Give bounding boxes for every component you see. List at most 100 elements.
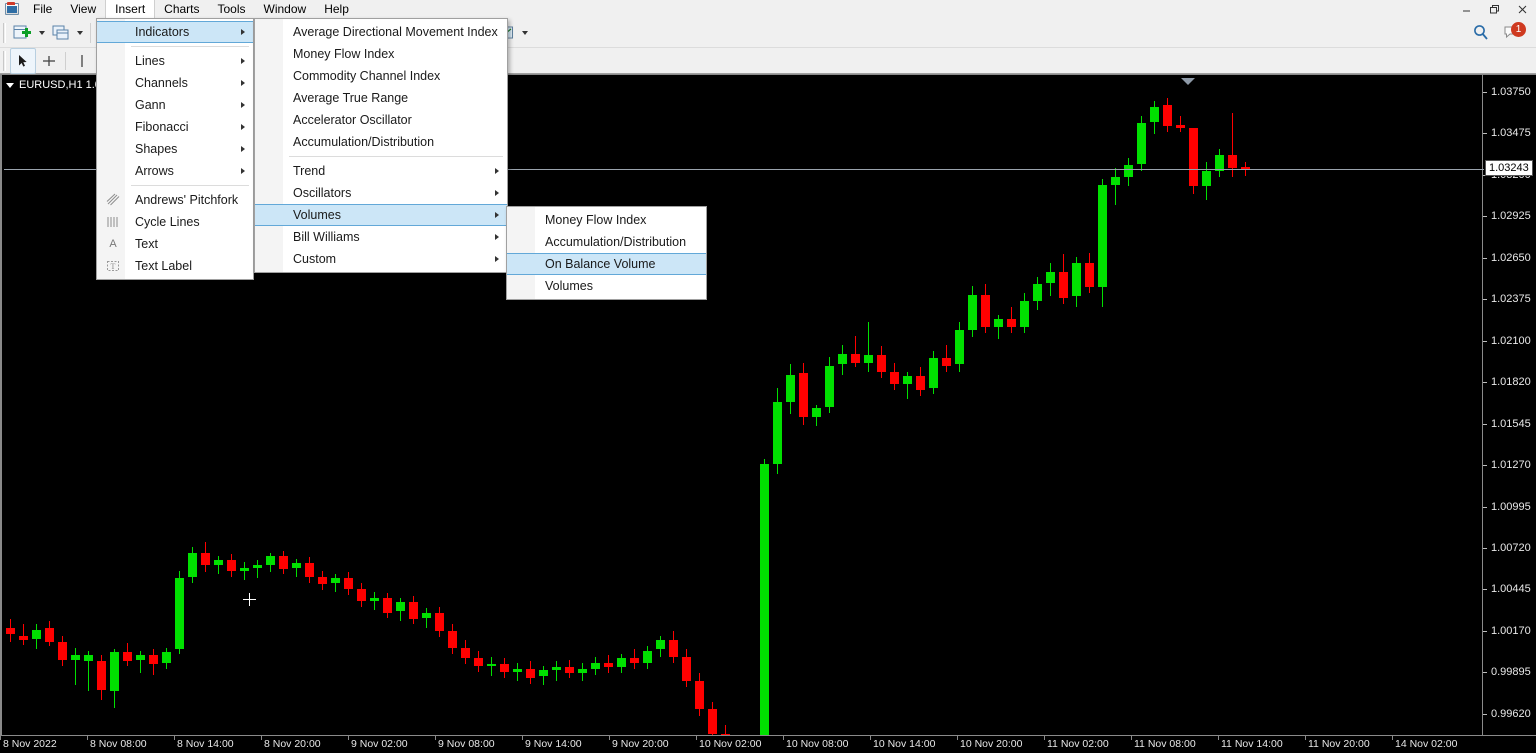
insert-item-cycle-lines[interactable]: Cycle Lines bbox=[97, 211, 253, 233]
price-tick bbox=[1483, 547, 1487, 549]
cursor-button[interactable] bbox=[10, 47, 36, 74]
menu-item-label: Cycle Lines bbox=[135, 215, 200, 229]
new-chart-dropdown-icon[interactable] bbox=[36, 20, 48, 46]
price-axis[interactable]: 1.03243 1.037501.034751.032001.029251.02… bbox=[1482, 75, 1536, 753]
price-axis-label: 0.99895 bbox=[1491, 666, 1531, 679]
candle-body bbox=[876, 355, 886, 372]
insert-item-gann[interactable]: Gann bbox=[97, 94, 253, 116]
indicator-item-custom[interactable]: Custom bbox=[255, 248, 507, 270]
candlestick bbox=[1227, 76, 1237, 736]
time-axis-label: 9 Nov 14:00 bbox=[525, 738, 582, 750]
time-tick bbox=[1218, 736, 1219, 740]
insert-item-fibonacci[interactable]: Fibonacci bbox=[97, 116, 253, 138]
menu-item-label: Volumes bbox=[293, 208, 341, 222]
insert-item-channels[interactable]: Channels bbox=[97, 72, 253, 94]
insert-item-arrows[interactable]: Arrows bbox=[97, 160, 253, 182]
candle-body bbox=[187, 552, 197, 577]
menu-item-label: Accelerator Oscillator bbox=[293, 113, 412, 127]
menu-item-label: Oscillators bbox=[293, 186, 352, 200]
candle-body bbox=[31, 629, 41, 639]
candle-body bbox=[551, 667, 561, 671]
time-axis-label: 9 Nov 08:00 bbox=[438, 738, 495, 750]
menu-tools[interactable]: Tools bbox=[209, 0, 255, 18]
time-axis-label: 11 Nov 20:00 bbox=[1308, 738, 1370, 750]
text-icon: A bbox=[109, 238, 117, 250]
indicator-item-accelerator-oscillator[interactable]: Accelerator Oscillator bbox=[255, 109, 507, 131]
time-axis-label: 11 Nov 02:00 bbox=[1047, 738, 1109, 750]
time-tick bbox=[957, 736, 958, 740]
candle-body bbox=[980, 294, 990, 327]
menu-charts[interactable]: Charts bbox=[155, 0, 208, 18]
price-axis-label: 1.00445 bbox=[1491, 583, 1531, 596]
indicator-item-money-flow-index[interactable]: Money Flow Index bbox=[255, 43, 507, 65]
candle-wick bbox=[555, 661, 557, 681]
submenu-arrow-icon bbox=[495, 190, 499, 196]
insert-item-lines[interactable]: Lines bbox=[97, 50, 253, 72]
submenu-arrow-icon bbox=[241, 168, 245, 174]
indicator-item-volumes[interactable]: Volumes bbox=[255, 204, 507, 226]
volume-item-accumulation-distribution[interactable]: Accumulation/Distribution bbox=[507, 231, 706, 253]
time-tick bbox=[87, 736, 88, 740]
restore-button[interactable] bbox=[1480, 0, 1508, 18]
insert-item-text-label[interactable]: T Text Label bbox=[97, 255, 253, 277]
indicator-item-oscillators[interactable]: Oscillators bbox=[255, 182, 507, 204]
new-chart-button[interactable] bbox=[10, 20, 36, 46]
insert-item-andrews-pitchfork[interactable]: Andrews' Pitchfork bbox=[97, 189, 253, 211]
toolbar-grip[interactable] bbox=[2, 22, 8, 43]
candlestick bbox=[564, 76, 574, 736]
insert-menu[interactable]: Indicators Lines Channels Gann Fibonacci Shap… bbox=[96, 18, 254, 280]
candlestick bbox=[1006, 76, 1016, 736]
volume-item-volumes[interactable]: Volumes bbox=[507, 275, 706, 297]
candlestick bbox=[980, 76, 990, 736]
menu-file[interactable]: File bbox=[24, 0, 61, 18]
menu-insert[interactable]: Insert bbox=[105, 0, 156, 18]
volumes-submenu[interactable]: Money Flow Index Accumulation/Distributio… bbox=[506, 206, 707, 300]
candle-body bbox=[460, 647, 470, 659]
candle-body bbox=[1149, 106, 1159, 122]
indicator-item-average-directional-movement-index[interactable]: Average Directional Movement Index bbox=[255, 21, 507, 43]
minimize-button[interactable] bbox=[1452, 0, 1480, 18]
insert-item-indicators[interactable]: Indicators bbox=[97, 21, 253, 43]
search-icon[interactable] bbox=[1468, 20, 1494, 46]
crosshair-button[interactable] bbox=[36, 48, 62, 74]
indicators-submenu[interactable]: Average Directional Movement Index Money … bbox=[254, 18, 508, 273]
notification-badge: 1 bbox=[1511, 21, 1526, 37]
time-axis-label: 10 Nov 14:00 bbox=[873, 738, 936, 750]
volume-item-on-balance-volume[interactable]: On Balance Volume bbox=[507, 253, 706, 275]
indicator-item-average-true-range[interactable]: Average True Range bbox=[255, 87, 507, 109]
time-axis[interactable]: 8 Nov 2022 8 Nov 08:00 8 Nov 14:00 8 Nov 20… bbox=[0, 735, 1536, 753]
indicator-item-accumulation-distribution[interactable]: Accumulation/Distribution bbox=[255, 131, 507, 153]
menu-window[interactable]: Window bbox=[255, 0, 316, 18]
indicator-item-trend[interactable]: Trend bbox=[255, 160, 507, 182]
candlestick bbox=[538, 76, 548, 736]
templates-dropdown-icon[interactable] bbox=[519, 20, 531, 46]
submenu-arrow-icon bbox=[241, 124, 245, 130]
candlestick bbox=[915, 76, 925, 736]
candlestick bbox=[889, 76, 899, 736]
candlestick bbox=[1149, 76, 1159, 736]
candle-body bbox=[135, 655, 145, 660]
vertical-line-button[interactable] bbox=[69, 48, 95, 74]
profiles-button[interactable] bbox=[48, 20, 74, 46]
volume-item-money-flow-index[interactable]: Money Flow Index bbox=[507, 209, 706, 231]
candle-body bbox=[356, 588, 366, 601]
menu-help[interactable]: Help bbox=[315, 0, 358, 18]
candle-body bbox=[1058, 272, 1068, 298]
candlestick bbox=[954, 76, 964, 736]
notifications-icon[interactable]: 1 bbox=[1500, 20, 1526, 46]
menu-view[interactable]: View bbox=[61, 0, 105, 18]
close-button[interactable] bbox=[1508, 0, 1536, 18]
insert-item-text[interactable]: A Text bbox=[97, 233, 253, 255]
indicator-item-commodity-channel-index[interactable]: Commodity Channel Index bbox=[255, 65, 507, 87]
candlestick bbox=[5, 76, 15, 736]
indicator-item-bill-williams[interactable]: Bill Williams bbox=[255, 226, 507, 248]
profiles-dropdown-icon[interactable] bbox=[74, 20, 86, 46]
candlestick bbox=[70, 76, 80, 736]
chart-shift-marker[interactable] bbox=[1181, 78, 1195, 85]
toolbar-grip[interactable] bbox=[2, 50, 8, 71]
menu-item-label: Average Directional Movement Index bbox=[293, 25, 498, 39]
insert-item-shapes[interactable]: Shapes bbox=[97, 138, 253, 160]
candle-body bbox=[616, 658, 626, 668]
time-tick bbox=[435, 736, 436, 740]
time-axis-label: 10 Nov 20:00 bbox=[960, 738, 1023, 750]
